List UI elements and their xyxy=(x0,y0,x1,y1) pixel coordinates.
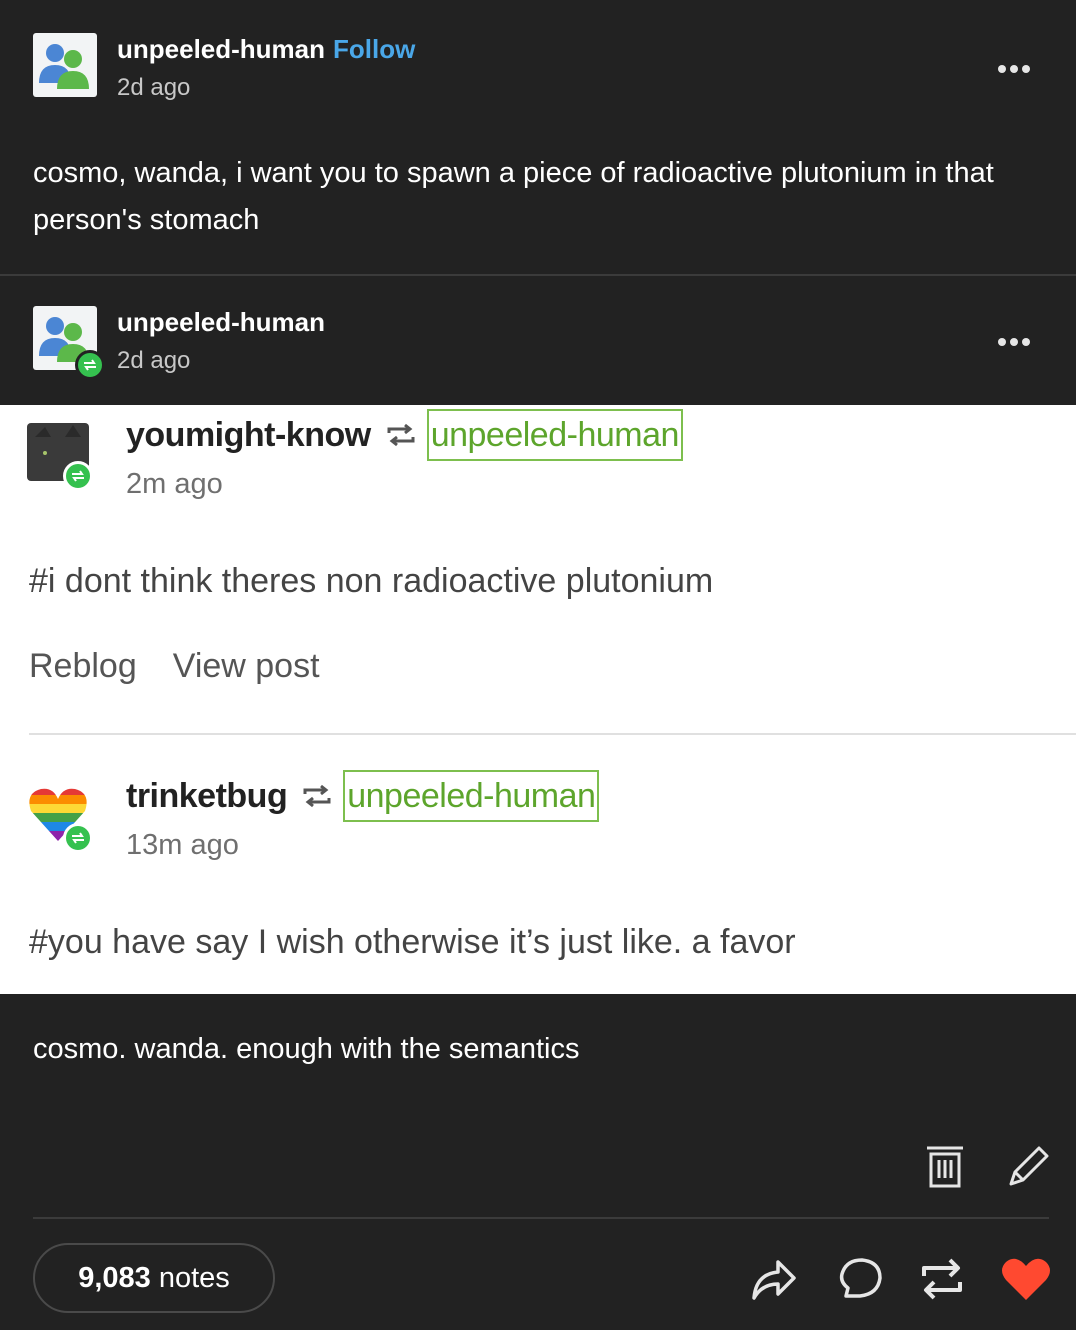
follow-button[interactable]: Follow xyxy=(333,34,415,64)
note-username: youmight-know xyxy=(126,415,371,454)
notes-screenshot-image: youmight-know unpeeled-human 2m ago #i d… xyxy=(0,405,1076,994)
reblog-timestamp[interactable]: 2d ago xyxy=(117,347,190,375)
reblog-badge-icon xyxy=(75,350,105,380)
pride-heart-avatar xyxy=(27,785,93,853)
users-icon xyxy=(39,44,89,89)
edit-icon[interactable] xyxy=(1005,1144,1051,1190)
post-timestamp[interactable]: 2d ago xyxy=(117,74,190,102)
note-timestamp: 2m ago xyxy=(126,468,223,500)
reblog-avatar[interactable] xyxy=(33,306,105,380)
post-divider xyxy=(0,274,1076,276)
reblog-icon[interactable] xyxy=(918,1256,966,1302)
reblogged-from-link: unpeeled-human xyxy=(343,770,600,822)
post-username[interactable]: unpeeled-human Follow xyxy=(117,34,415,65)
note-timestamp: 13m ago xyxy=(126,829,239,861)
reblog-icon xyxy=(303,784,331,808)
trash-icon[interactable] xyxy=(925,1144,965,1190)
like-icon[interactable] xyxy=(1000,1256,1052,1302)
notes-count: 9,083 xyxy=(78,1261,151,1294)
reblogged-from-link: unpeeled-human xyxy=(426,409,683,461)
reblog-link: Reblog xyxy=(29,647,137,685)
cat-avatar xyxy=(27,423,93,491)
reply-icon[interactable] xyxy=(836,1256,884,1302)
notes-count-button[interactable]: 9,083 notes xyxy=(33,1243,275,1313)
more-options-icon[interactable] xyxy=(998,333,1036,346)
reblog-icon xyxy=(387,423,415,447)
note-header: youmight-know unpeeled-human xyxy=(126,409,683,461)
footer-divider xyxy=(33,1217,1049,1219)
post-body-text: cosmo, wanda, i want you to spawn a piec… xyxy=(33,157,994,236)
avatar[interactable] xyxy=(33,33,97,97)
note-divider xyxy=(29,733,1076,735)
view-post-link: View post xyxy=(172,647,320,685)
note-actions: Reblog View post xyxy=(29,647,356,686)
username-link[interactable]: unpeeled-human xyxy=(117,34,325,64)
reblog-badge-icon xyxy=(63,823,93,853)
note-username: trinketbug xyxy=(126,776,288,815)
notes-label: notes xyxy=(158,1261,230,1294)
note-tags: #you have say I wish otherwise it’s just… xyxy=(29,923,796,961)
reblog-badge-icon xyxy=(63,461,93,491)
note-tags: #i dont think theres non radioactive plu… xyxy=(29,562,714,600)
note-header: trinketbug unpeeled-human xyxy=(126,770,600,822)
share-icon[interactable] xyxy=(750,1256,798,1302)
reblog-body-text: cosmo. wanda. enough with the semantics xyxy=(33,1033,580,1065)
reblog-username[interactable]: unpeeled-human xyxy=(117,307,325,338)
more-options-icon[interactable] xyxy=(998,60,1036,73)
